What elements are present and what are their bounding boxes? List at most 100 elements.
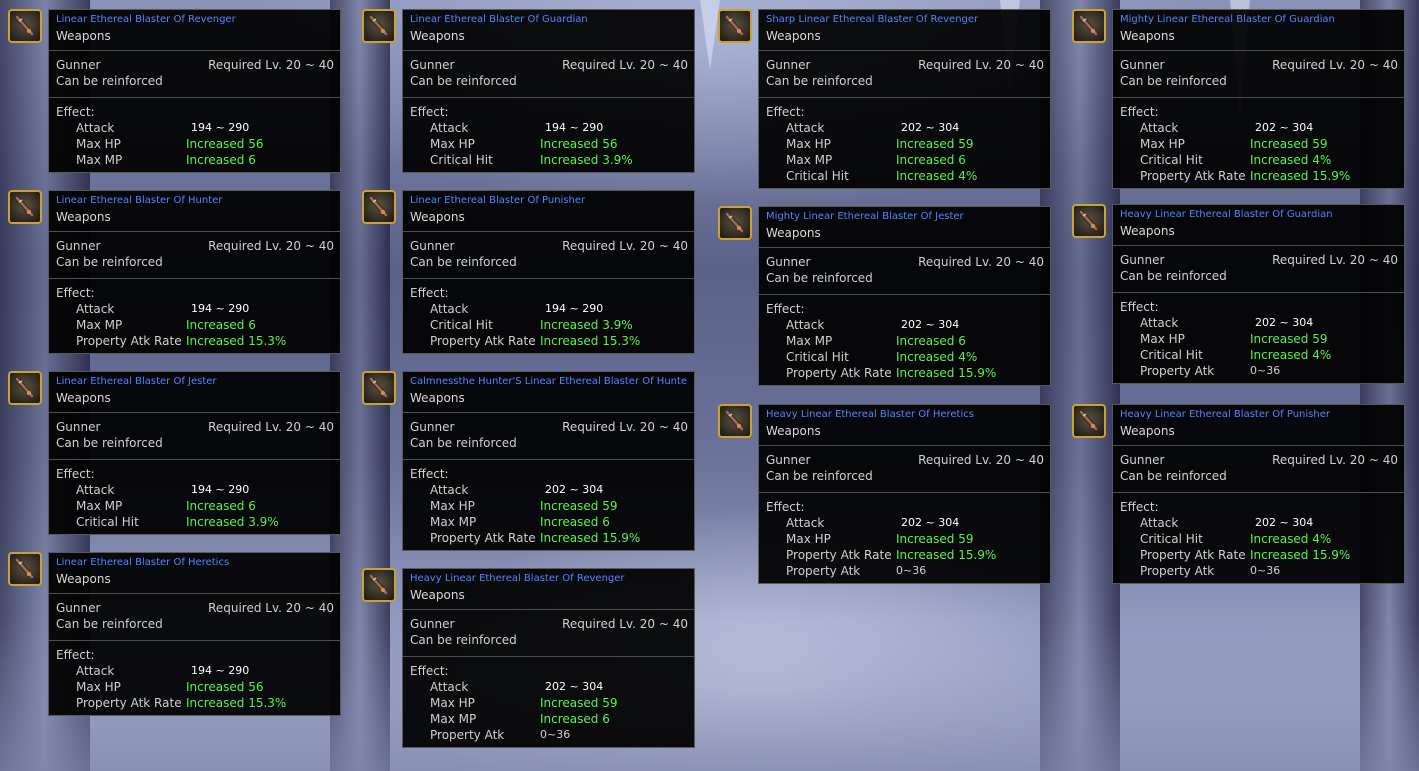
item-tooltip: Linear Ethereal Blaster Of Heretics Weap…	[8, 552, 341, 716]
stat-value: 202 ~ 304	[1255, 516, 1314, 529]
item-name: Sharp Linear Ethereal Blaster Of Revenge…	[766, 14, 979, 25]
stat-value: Increased 59	[1250, 332, 1328, 346]
blaster-weapon-icon	[1078, 409, 1099, 432]
stat-value: Increased 59	[1250, 137, 1328, 151]
stat-label: Critical Hit	[76, 515, 139, 529]
tooltip-header: Mighty Linear Ethereal Blaster Of Jester…	[759, 207, 1050, 248]
stat-label: Critical Hit	[430, 318, 493, 332]
item-name: Heavy Linear Ethereal Blaster Of Heretic…	[766, 409, 974, 420]
item-icon-slot[interactable]	[362, 9, 396, 43]
requirements-section: Gunner Required Lv. 20 ~ 40 Can be reinf…	[759, 51, 1050, 98]
job-label: Gunner	[410, 58, 455, 72]
tooltip-header: Mighty Linear Ethereal Blaster Of Guardi…	[1113, 10, 1404, 51]
stat-label: Property Atk Rate	[1140, 169, 1246, 183]
item-icon-slot[interactable]	[1072, 404, 1106, 438]
stat-value: Increased 3.9%	[540, 153, 633, 167]
job-label: Gunner	[1120, 253, 1165, 267]
tooltip-panel: Mighty Linear Ethereal Blaster Of Jester…	[758, 206, 1051, 386]
item-icon-slot[interactable]	[1072, 9, 1106, 43]
item-icon-slot[interactable]	[718, 206, 752, 240]
item-icon-slot[interactable]	[8, 9, 42, 43]
stat-value: 0~36	[1250, 364, 1281, 377]
item-tooltip: Heavy Linear Ethereal Blaster Of Revenge…	[362, 568, 695, 748]
item-icon-slot[interactable]	[718, 404, 752, 438]
item-category: Weapons	[410, 391, 465, 405]
tooltip-header: Linear Ethereal Blaster Of Guardian Weap…	[403, 10, 694, 51]
stat-label: Max MP	[786, 153, 833, 167]
blaster-weapon-icon	[14, 557, 35, 580]
stat-label: Attack	[76, 664, 115, 678]
effect-section: Effect: Attack 202 ~ 304 Max HP Increased 5…	[1113, 293, 1404, 383]
required-level: Required Lv. 20 ~ 40	[208, 601, 334, 615]
stat-row: Property Atk Rate Increased 15.3%	[410, 333, 688, 349]
stat-row: Attack 194 ~ 290	[56, 482, 334, 498]
reinforce-label: Can be reinforced	[410, 436, 517, 450]
effect-heading: Effect:	[56, 467, 95, 481]
stat-label: Max HP	[76, 680, 121, 694]
stat-row: Attack 202 ~ 304	[410, 679, 688, 695]
item-icon-slot[interactable]	[718, 9, 752, 43]
tooltip-panel: Linear Ethereal Blaster Of Guardian Weap…	[402, 9, 695, 173]
stat-value: 0~36	[1250, 564, 1281, 577]
stat-label: Attack	[76, 121, 115, 135]
item-icon-slot[interactable]	[8, 371, 42, 405]
tooltip-header: Heavy Linear Ethereal Blaster Of Revenge…	[403, 569, 694, 610]
stat-list: Attack 202 ~ 304 Max HP Increased 59 Propert…	[766, 515, 1044, 579]
item-icon-slot[interactable]	[362, 568, 396, 602]
effect-heading: Effect:	[1120, 105, 1159, 119]
stat-row: Max HP Increased 59	[410, 498, 688, 514]
item-tooltip: Heavy Linear Ethereal Blaster Of Heretic…	[718, 404, 1051, 584]
stat-row: Attack 194 ~ 290	[410, 301, 688, 317]
item-name: Linear Ethereal Blaster Of Heretics	[56, 557, 230, 568]
job-label: Gunner	[766, 58, 811, 72]
requirements-section: Gunner Required Lv. 20 ~ 40 Can be reinf…	[1113, 51, 1404, 98]
effect-section: Effect: Attack 202 ~ 304 Max HP Increased 5…	[403, 460, 694, 550]
item-category: Weapons	[766, 226, 821, 240]
stat-value: 194 ~ 290	[545, 302, 604, 315]
stat-value: Increased 3.9%	[540, 318, 633, 332]
item-icon-slot[interactable]	[8, 552, 42, 586]
stat-label: Property Atk	[1140, 364, 1215, 378]
tooltip-panel: Heavy Linear Ethereal Blaster Of Heretic…	[758, 404, 1051, 584]
item-icon-slot[interactable]	[1072, 204, 1106, 238]
item-tooltip: Linear Ethereal Blaster Of Hunter Weapon…	[8, 190, 341, 354]
job-label: Gunner	[410, 420, 455, 434]
effect-section: Effect: Attack 194 ~ 290 Max HP Increased 5…	[403, 98, 694, 172]
stat-label: Attack	[786, 516, 825, 530]
stat-value: 194 ~ 290	[191, 302, 250, 315]
stat-row: Critical Hit Increased 4%	[1120, 531, 1398, 547]
tooltip-header: Linear Ethereal Blaster Of Jester Weapon…	[49, 372, 340, 413]
stat-list: Attack 194 ~ 290 Max MP Increased 6 Critical…	[56, 482, 334, 530]
stat-value: 202 ~ 304	[545, 680, 604, 693]
stat-label: Attack	[76, 483, 115, 497]
stat-row: Max HP Increased 59	[410, 695, 688, 711]
stat-value: Increased 4%	[1250, 532, 1332, 546]
stat-row: Attack 202 ~ 304	[766, 515, 1044, 531]
job-label: Gunner	[56, 58, 101, 72]
stat-row: Max HP Increased 59	[766, 531, 1044, 547]
stat-value: Increased 56	[186, 137, 264, 151]
reinforce-label: Can be reinforced	[56, 255, 163, 269]
tooltip-panel: Linear Ethereal Blaster Of Revenger Weap…	[48, 9, 341, 173]
reinforce-label: Can be reinforced	[766, 469, 873, 483]
tooltip-panel: Linear Ethereal Blaster Of Jester Weapon…	[48, 371, 341, 535]
stat-label: Max HP	[430, 499, 475, 513]
stat-list: Attack 194 ~ 290 Max HP Increased 56 Propert…	[56, 663, 334, 711]
effect-section: Effect: Attack 202 ~ 304 Max HP Increased 5…	[759, 493, 1050, 583]
item-icon-slot[interactable]	[362, 371, 396, 405]
stat-value: 194 ~ 290	[191, 121, 250, 134]
item-icon-slot[interactable]	[362, 190, 396, 224]
stat-row: Max MP Increased 6	[410, 711, 688, 727]
effect-section: Effect: Attack 202 ~ 304 Max HP Increased 5…	[1113, 98, 1404, 188]
item-icon-slot[interactable]	[8, 190, 42, 224]
tooltip-panel: Heavy Linear Ethereal Blaster Of Punishe…	[1112, 404, 1405, 584]
item-tooltip: Linear Ethereal Blaster Of Guardian Weap…	[362, 9, 695, 173]
blaster-weapon-icon	[724, 409, 745, 432]
reinforce-label: Can be reinforced	[56, 617, 163, 631]
stat-row: Attack 202 ~ 304	[410, 482, 688, 498]
item-name: Heavy Linear Ethereal Blaster Of Revenge…	[410, 573, 625, 584]
stat-label: Property Atk Rate	[786, 548, 892, 562]
stat-row: Max HP Increased 59	[1120, 331, 1398, 347]
stat-label: Attack	[786, 318, 825, 332]
stat-value: Increased 56	[186, 680, 264, 694]
